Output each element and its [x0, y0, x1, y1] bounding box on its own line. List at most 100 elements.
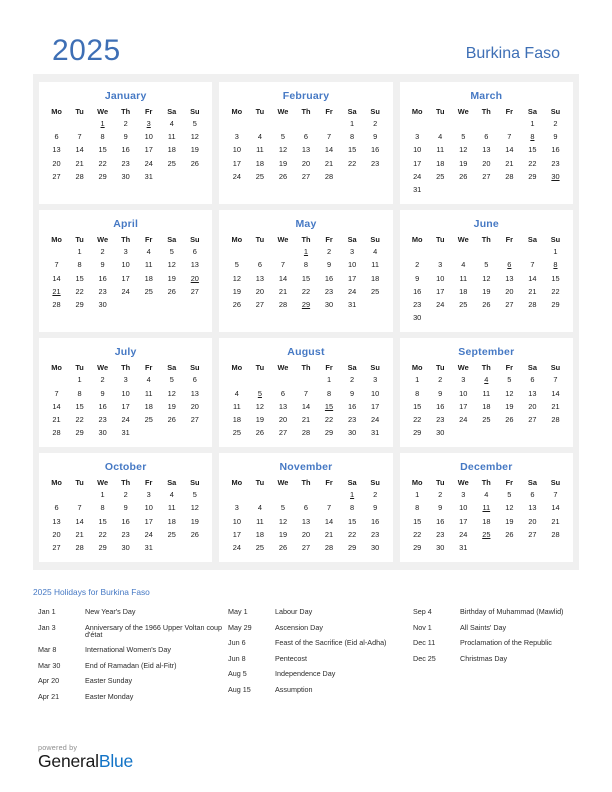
day-cell[interactable]: 21	[68, 157, 91, 170]
day-cell[interactable]: 22	[521, 157, 544, 170]
day-cell[interactable]: 12	[183, 501, 206, 514]
day-cell[interactable]: 11	[160, 130, 183, 143]
day-cell[interactable]: 1	[341, 117, 364, 130]
day-cell[interactable]: 28	[521, 298, 544, 311]
day-cell[interactable]: 24	[137, 157, 160, 170]
day-cell[interactable]: 3	[114, 373, 137, 386]
day-cell[interactable]: 14	[498, 143, 521, 156]
day-cell-holiday[interactable]: 1	[294, 245, 317, 258]
day-cell[interactable]: 22	[341, 157, 364, 170]
day-cell[interactable]: 9	[114, 501, 137, 514]
day-cell[interactable]: 12	[160, 386, 183, 399]
day-cell[interactable]: 26	[452, 170, 475, 183]
day-cell[interactable]: 14	[544, 386, 567, 399]
day-cell[interactable]: 11	[429, 143, 452, 156]
day-cell[interactable]: 22	[318, 413, 341, 426]
day-cell[interactable]: 4	[452, 258, 475, 271]
day-cell-holiday[interactable]: 30	[544, 170, 567, 183]
day-cell[interactable]: 8	[406, 386, 429, 399]
day-cell-holiday[interactable]: 25	[475, 528, 498, 541]
day-cell[interactable]: 13	[521, 386, 544, 399]
day-cell[interactable]: 27	[521, 413, 544, 426]
day-cell[interactable]: 7	[544, 373, 567, 386]
day-cell[interactable]: 11	[160, 501, 183, 514]
day-cell[interactable]: 1	[544, 245, 567, 258]
day-cell[interactable]: 18	[452, 285, 475, 298]
day-cell[interactable]: 3	[341, 245, 364, 258]
day-cell[interactable]: 4	[225, 386, 248, 399]
day-cell[interactable]: 28	[544, 413, 567, 426]
day-cell[interactable]: 18	[137, 400, 160, 413]
day-cell[interactable]: 6	[294, 130, 317, 143]
day-cell[interactable]: 20	[521, 400, 544, 413]
day-cell[interactable]: 2	[114, 117, 137, 130]
day-cell[interactable]: 23	[91, 285, 114, 298]
day-cell[interactable]: 4	[137, 373, 160, 386]
day-cell[interactable]: 10	[137, 130, 160, 143]
day-cell[interactable]: 17	[364, 400, 387, 413]
day-cell[interactable]: 2	[429, 373, 452, 386]
day-cell[interactable]: 17	[452, 400, 475, 413]
day-cell[interactable]: 20	[271, 413, 294, 426]
day-cell[interactable]: 10	[364, 386, 387, 399]
day-cell[interactable]: 6	[294, 501, 317, 514]
day-cell[interactable]: 16	[406, 285, 429, 298]
day-cell[interactable]: 17	[429, 285, 452, 298]
day-cell[interactable]: 15	[544, 272, 567, 285]
day-cell[interactable]: 10	[137, 501, 160, 514]
day-cell[interactable]: 26	[498, 528, 521, 541]
day-cell[interactable]: 25	[248, 170, 271, 183]
day-cell[interactable]: 10	[452, 386, 475, 399]
day-cell[interactable]: 15	[68, 272, 91, 285]
day-cell[interactable]: 8	[68, 258, 91, 271]
day-cell[interactable]: 31	[114, 426, 137, 439]
day-cell[interactable]: 9	[364, 501, 387, 514]
day-cell[interactable]: 27	[498, 298, 521, 311]
day-cell[interactable]: 27	[45, 170, 68, 183]
day-cell[interactable]: 11	[364, 258, 387, 271]
day-cell[interactable]: 18	[475, 515, 498, 528]
day-cell[interactable]: 17	[225, 528, 248, 541]
day-cell[interactable]: 27	[271, 426, 294, 439]
day-cell[interactable]: 1	[68, 245, 91, 258]
day-cell[interactable]: 17	[114, 272, 137, 285]
day-cell[interactable]: 15	[68, 400, 91, 413]
day-cell[interactable]: 22	[68, 413, 91, 426]
day-cell[interactable]: 2	[114, 488, 137, 501]
day-cell[interactable]: 22	[406, 413, 429, 426]
day-cell[interactable]: 3	[452, 488, 475, 501]
day-cell[interactable]: 22	[341, 528, 364, 541]
day-cell[interactable]: 17	[137, 515, 160, 528]
day-cell[interactable]: 11	[452, 272, 475, 285]
day-cell[interactable]: 9	[544, 130, 567, 143]
day-cell[interactable]: 19	[271, 528, 294, 541]
day-cell[interactable]: 11	[475, 386, 498, 399]
day-cell[interactable]: 20	[248, 285, 271, 298]
day-cell[interactable]: 23	[114, 528, 137, 541]
day-cell[interactable]: 10	[225, 143, 248, 156]
day-cell[interactable]: 5	[271, 130, 294, 143]
day-cell[interactable]: 10	[341, 258, 364, 271]
day-cell[interactable]: 18	[225, 413, 248, 426]
day-cell[interactable]: 29	[68, 426, 91, 439]
day-cell-holiday[interactable]: 6	[498, 258, 521, 271]
day-cell[interactable]: 4	[248, 501, 271, 514]
day-cell[interactable]: 12	[271, 143, 294, 156]
day-cell[interactable]: 11	[225, 400, 248, 413]
day-cell[interactable]: 12	[183, 130, 206, 143]
day-cell[interactable]: 30	[429, 426, 452, 439]
day-cell[interactable]: 25	[248, 541, 271, 554]
day-cell[interactable]: 6	[45, 501, 68, 514]
day-cell[interactable]: 17	[406, 157, 429, 170]
day-cell[interactable]: 19	[271, 157, 294, 170]
day-cell[interactable]: 21	[498, 157, 521, 170]
day-cell[interactable]: 23	[429, 413, 452, 426]
day-cell[interactable]: 7	[45, 386, 68, 399]
day-cell[interactable]: 20	[294, 157, 317, 170]
day-cell[interactable]: 21	[544, 400, 567, 413]
day-cell[interactable]: 5	[271, 501, 294, 514]
day-cell[interactable]: 26	[475, 298, 498, 311]
day-cell[interactable]: 19	[248, 413, 271, 426]
day-cell[interactable]: 28	[318, 541, 341, 554]
day-cell[interactable]: 14	[544, 501, 567, 514]
